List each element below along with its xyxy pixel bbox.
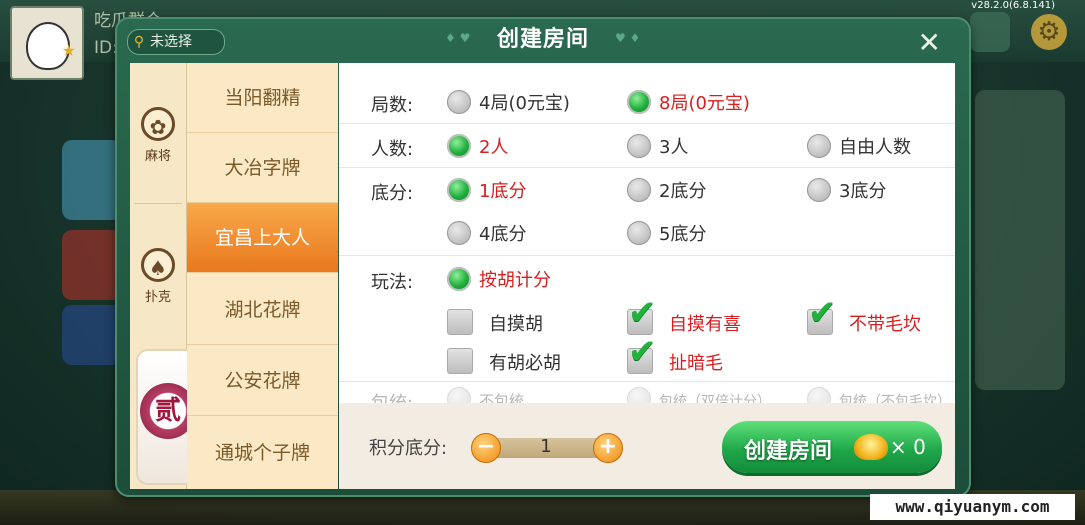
game-tile[interactable] [62,140,122,220]
radio-selected[interactable] [627,90,651,114]
checkmark-icon: ✔ [628,293,657,333]
players-option-2[interactable]: 2人 [447,133,508,159]
rounds-option-8[interactable]: 8局(0元宝) [627,89,750,115]
cover-option-nomaokan[interactable]: 包统（不包毛坎） [807,387,951,403]
create-room-button[interactable]: 创建房间 × 0 [722,421,942,473]
checkmark-icon: ✔ [808,293,837,333]
checkbox[interactable] [447,348,473,374]
radio-selected[interactable] [447,134,471,158]
options-panel[interactable]: 局数: 4局(0元宝) 8局(0元宝) 人数: 2人 3人 自由人数 底分: 1… [339,63,955,403]
radio-selected[interactable] [447,178,471,202]
dialog-footer: 积分底分: 1 − + 创建房间 × 0 [339,403,955,489]
score-base-label: 积分底分: [369,438,448,459]
game-item[interactable]: 大冶字牌 [187,133,338,203]
base-score-option-1[interactable]: 1底分 [447,177,526,203]
gold-ingot-icon [854,434,888,460]
dialog-title: 创建房间 [496,27,589,52]
score-stepper[interactable]: 1 − + [471,433,623,463]
create-room-dialog: ♦ ♥ 创建房间 ♥ ♦ ⚲ 未选择 ✕ ✿ 麻将 ♠ 扑克 贰 当阳翻精 大冶字… [115,17,971,497]
game-item[interactable]: 当阳翻精 [187,63,338,133]
radio[interactable] [807,178,831,202]
radio[interactable] [807,134,831,158]
radio[interactable] [627,178,651,202]
spade-icon: ♠ [141,248,175,282]
mahjong-flower-icon: ✿ [141,107,175,141]
star-icon: ★ [61,41,76,60]
radio[interactable] [447,90,471,114]
base-score-option-4[interactable]: 4底分 [447,220,526,246]
players-label: 人数: [371,139,414,160]
game-tile[interactable] [62,230,122,300]
checkbox-zimohu[interactable]: 自摸胡 [447,309,543,336]
watermark: www.qiyuanym.com [870,494,1075,520]
gear-icon[interactable]: ⚙ [1031,14,1067,50]
plus-button[interactable]: + [593,433,623,463]
location-selector[interactable]: ⚲ 未选择 [127,29,225,55]
players-option-3[interactable]: 3人 [627,133,688,159]
checkbox-budaimaokan[interactable]: ✔ 不带毛坎 [807,296,921,336]
checkmark-icon: ✔ [628,332,657,372]
cost-label: × 0 [890,435,926,459]
create-room-label: 创建房间 [744,439,833,464]
score-value: 1 [540,436,552,457]
location-pin-icon: ⚲ [133,34,145,50]
game-item-selected[interactable]: 宜昌上大人 [187,203,338,273]
radio[interactable] [627,387,651,403]
radio[interactable] [627,134,651,158]
checkbox-checked[interactable]: ✔ [807,296,837,335]
avatar[interactable]: ★ [10,6,84,80]
radio[interactable] [447,387,471,403]
checkbox-youhubihu[interactable]: 有胡必胡 [447,348,561,375]
rounds-option-4[interactable]: 4局(0元宝) [447,89,570,115]
close-icon[interactable]: ✕ [918,29,941,57]
checkbox[interactable] [447,309,473,335]
game-item[interactable]: 公安花牌 [187,346,338,416]
radio-selected[interactable] [447,267,471,291]
play-mode-radio[interactable]: 按胡计分 [447,266,551,292]
radio[interactable] [627,221,651,245]
radio[interactable] [807,387,831,403]
mail-icon[interactable] [970,12,1010,52]
base-score-option-5[interactable]: 5底分 [627,220,706,246]
base-score-label: 底分: [371,183,414,204]
decor-icon: ♥ ♦ [615,31,641,45]
cover-option-double[interactable]: 包统（双倍计分） [627,387,771,403]
play-mode-label: 玩法: [371,272,414,293]
game-tile[interactable] [62,305,122,365]
players-option-free[interactable]: 自由人数 [807,133,911,159]
location-label: 未选择 [150,34,192,50]
category-poker[interactable]: ♠ 扑克 [130,248,186,305]
version-label: v28.2.0(6.8.141) [971,0,1055,11]
checkbox-cheanmao[interactable]: ✔ 扯暗毛 [627,335,723,375]
game-list: 当阳翻精 大冶字牌 宜昌上大人 湖北花牌 公安花牌 通城个子牌 [187,63,338,489]
base-score-option-2[interactable]: 2底分 [627,177,706,203]
minus-button[interactable]: − [471,433,501,463]
game-item[interactable]: 湖北花牌 [187,275,338,345]
category-label: 麻将 [144,149,171,164]
checkbox-checked[interactable]: ✔ [627,335,657,374]
cover-label: 包统: [371,389,413,403]
category-label: 扑克 [144,290,171,305]
category-mahjong[interactable]: ✿ 麻将 [130,107,186,164]
side-panel [975,90,1065,390]
rounds-label: 局数: [371,95,414,116]
base-score-option-3[interactable]: 3底分 [807,177,886,203]
cover-option-none[interactable]: 不包统 [447,387,524,403]
game-item[interactable]: 通城个子牌 [187,418,338,488]
radio[interactable] [447,221,471,245]
